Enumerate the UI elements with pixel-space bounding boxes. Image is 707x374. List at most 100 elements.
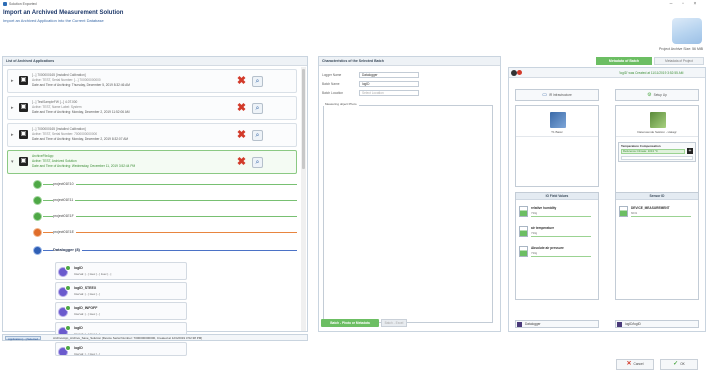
delete-icon[interactable]: ✖ [236, 130, 247, 141]
close-window-button[interactable]: × [690, 1, 700, 7]
application-row[interactable]: ▸ ▣ [...] TestSampleFW [...] 4.0T.000 Ac… [7, 96, 297, 120]
project-icon [33, 212, 42, 221]
batch-photo-metadata-button[interactable]: Batch - Photo or Metadata [321, 319, 379, 327]
status-dot-icon [517, 70, 522, 75]
project-label: project01E10 [53, 182, 76, 186]
page-title: Import an Archived Measurement Solution [3, 10, 124, 16]
project-icon [33, 180, 42, 189]
scrollbar[interactable] [301, 67, 306, 331]
sensor-icon [619, 206, 628, 217]
collapse-icon[interactable]: ▾ [11, 159, 17, 165]
search-icon[interactable]: ⌕ [252, 130, 263, 141]
expand-icon[interactable]: ▸ [11, 132, 17, 138]
search-icon[interactable]: ⌕ [252, 157, 263, 168]
monitor-icon: ▭ [542, 92, 547, 98]
batch-item[interactable]: logID_STEEX Interval: [...] 1sec [...] [55, 282, 187, 300]
batch-item[interactable]: logID_INFOFF Interval: [...] 1sec [...] [55, 302, 187, 320]
channel-value: 730g [531, 231, 538, 235]
application-row[interactable]: ▸ ▣ [...] 7000000165 [Installed Calibrat… [7, 69, 297, 93]
measuring-objects-group [323, 105, 493, 323]
project-item[interactable]: project01E10 [31, 179, 297, 191]
batch-created-info: 'logID' was Created at 11/11/2019 3:52:5… [619, 71, 684, 75]
status-tab[interactable]: Application [...] Selected [5, 336, 42, 341]
sensor-name: DEVICE_MEASUREMENT [631, 206, 670, 210]
compensation-select[interactable] [621, 156, 693, 160]
channel-value: 730g [531, 211, 538, 215]
batch-characteristics-panel: Characteristics of the Selected Batch Lo… [318, 56, 501, 332]
selected-application-bar: Application [...] Selected ArchiveApp_Ar… [2, 334, 308, 341]
channel-name: relative humidity [531, 206, 557, 210]
expand-icon[interactable]: ▸ [11, 78, 17, 84]
project-item[interactable]: project01E1F [31, 211, 297, 223]
sensor-name: Datenwende Sektion - Hatagr [637, 130, 677, 134]
batch-footer: logID/logID [615, 320, 699, 328]
batch-detail: Interval: [...] 1sec [...] 1sec [...] [74, 272, 112, 276]
sensor-image [650, 112, 666, 128]
project-item[interactable]: project01E1E [31, 227, 297, 239]
minimize-button[interactable]: – [666, 1, 676, 7]
add-icon[interactable]: + [687, 148, 693, 154]
temperature-compensation-field[interactable]: Reference Climate: 1013 °C [621, 149, 685, 154]
expand-icon[interactable]: ▸ [11, 105, 17, 111]
application-date: Date and Time of Archiving: Monday, Dece… [32, 110, 130, 114]
batch-icon [617, 322, 622, 327]
datalogger-item[interactable]: Datalogger (8) [31, 245, 297, 257]
app-logo [672, 18, 702, 44]
status-text: ArchiveApp_Archive_Save_Solution [Device… [53, 336, 203, 340]
batch-item[interactable]: logID Interval: [...] 1sec [...] 1sec [.… [55, 262, 187, 280]
batch-name: logID_INFOFF [74, 306, 98, 310]
device-name: T1 Basic [551, 130, 563, 134]
setup-button[interactable]: ⚙ Setup Up [615, 89, 699, 101]
archived-applications-panel: List of Archived Applications ▸ ▣ [...] … [2, 56, 308, 356]
button-label: Setup Up [653, 93, 667, 97]
delete-icon[interactable]: ✖ [236, 157, 247, 168]
project-item[interactable]: project01E11 [31, 195, 297, 207]
maximize-button[interactable]: ▫ [678, 1, 688, 7]
application-name: [...] TestSampleFW [...] 4.0T.000 [32, 100, 78, 104]
tab-metadata-of-batch[interactable]: Metadata of Batch [596, 57, 652, 65]
cancel-label: Cancel [633, 362, 644, 366]
ir-infrastructure-button[interactable]: ▭ IR Infrastructure [515, 89, 599, 101]
ok-button[interactable]: ✓ OK [660, 359, 698, 370]
channel-icon [519, 226, 528, 237]
search-icon[interactable]: ⌕ [252, 103, 263, 114]
footer-label: logID/logID [625, 322, 641, 326]
page-subtitle: Import an Archived Application into the … [3, 18, 104, 23]
channel-item[interactable]: Absolute air pressure 730g [519, 245, 595, 259]
search-icon[interactable]: ⌕ [252, 76, 263, 87]
batch-name: logID [74, 346, 83, 350]
field-label: Batch Name [322, 82, 340, 86]
batch-location-field[interactable]: Select Location [359, 90, 419, 96]
cancel-button[interactable]: ✕ Cancel [616, 359, 654, 370]
panel-header: Characteristics of the Selected Batch [319, 57, 500, 66]
project-icon [33, 228, 42, 237]
project-icon [33, 196, 42, 205]
temperature-compensation-title: Temperature Compensation [621, 144, 661, 148]
channel-item[interactable]: relative humidity 730g [519, 205, 595, 219]
batch-name-field[interactable]: logID [359, 81, 419, 87]
tab-metadata-of-project[interactable]: Metadata of Project [654, 57, 704, 65]
batch-name: logID [74, 326, 83, 330]
batch-item[interactable]: logID Interval: [...] 1sec [...] [55, 342, 187, 356]
button-label: IR Infrastructure [548, 93, 572, 97]
channel-item[interactable]: air temperature 730g [519, 225, 595, 239]
panel-header: List of Archived Applications [3, 57, 307, 66]
batch-name: logID [74, 266, 83, 270]
scrollbar-thumb[interactable] [302, 69, 305, 169]
channel-name: Absolute air pressure [531, 246, 564, 250]
sensor-value: 6031 [631, 211, 638, 215]
application-row[interactable]: ▸ ▣ [...] 7000000165 [Installed Calibrat… [7, 123, 297, 147]
application-row-selected[interactable]: ▾ ▣ ArchiveFileApp Active: TEST, Archive… [7, 150, 297, 174]
datalogger-footer: Datalogger [515, 320, 599, 328]
channel-value: 730g [531, 251, 538, 255]
metadata-tabs: Metadata of Batch Metadata of Project [508, 57, 706, 65]
panel-title: List of Archived Applications [6, 59, 55, 63]
sensor-item[interactable]: DEVICE_MEASUREMENT 6031 [619, 205, 695, 219]
device-card[interactable]: T1 Basic [515, 105, 599, 187]
field-label: Batch Location [322, 91, 344, 95]
batch-excel-button[interactable]: Batch - Excel [381, 319, 407, 327]
logger-name-field[interactable]: Datalogger [359, 72, 419, 78]
field-label: Logger Name [322, 73, 342, 77]
delete-icon[interactable]: ✖ [236, 103, 247, 114]
delete-icon[interactable]: ✖ [236, 76, 247, 87]
